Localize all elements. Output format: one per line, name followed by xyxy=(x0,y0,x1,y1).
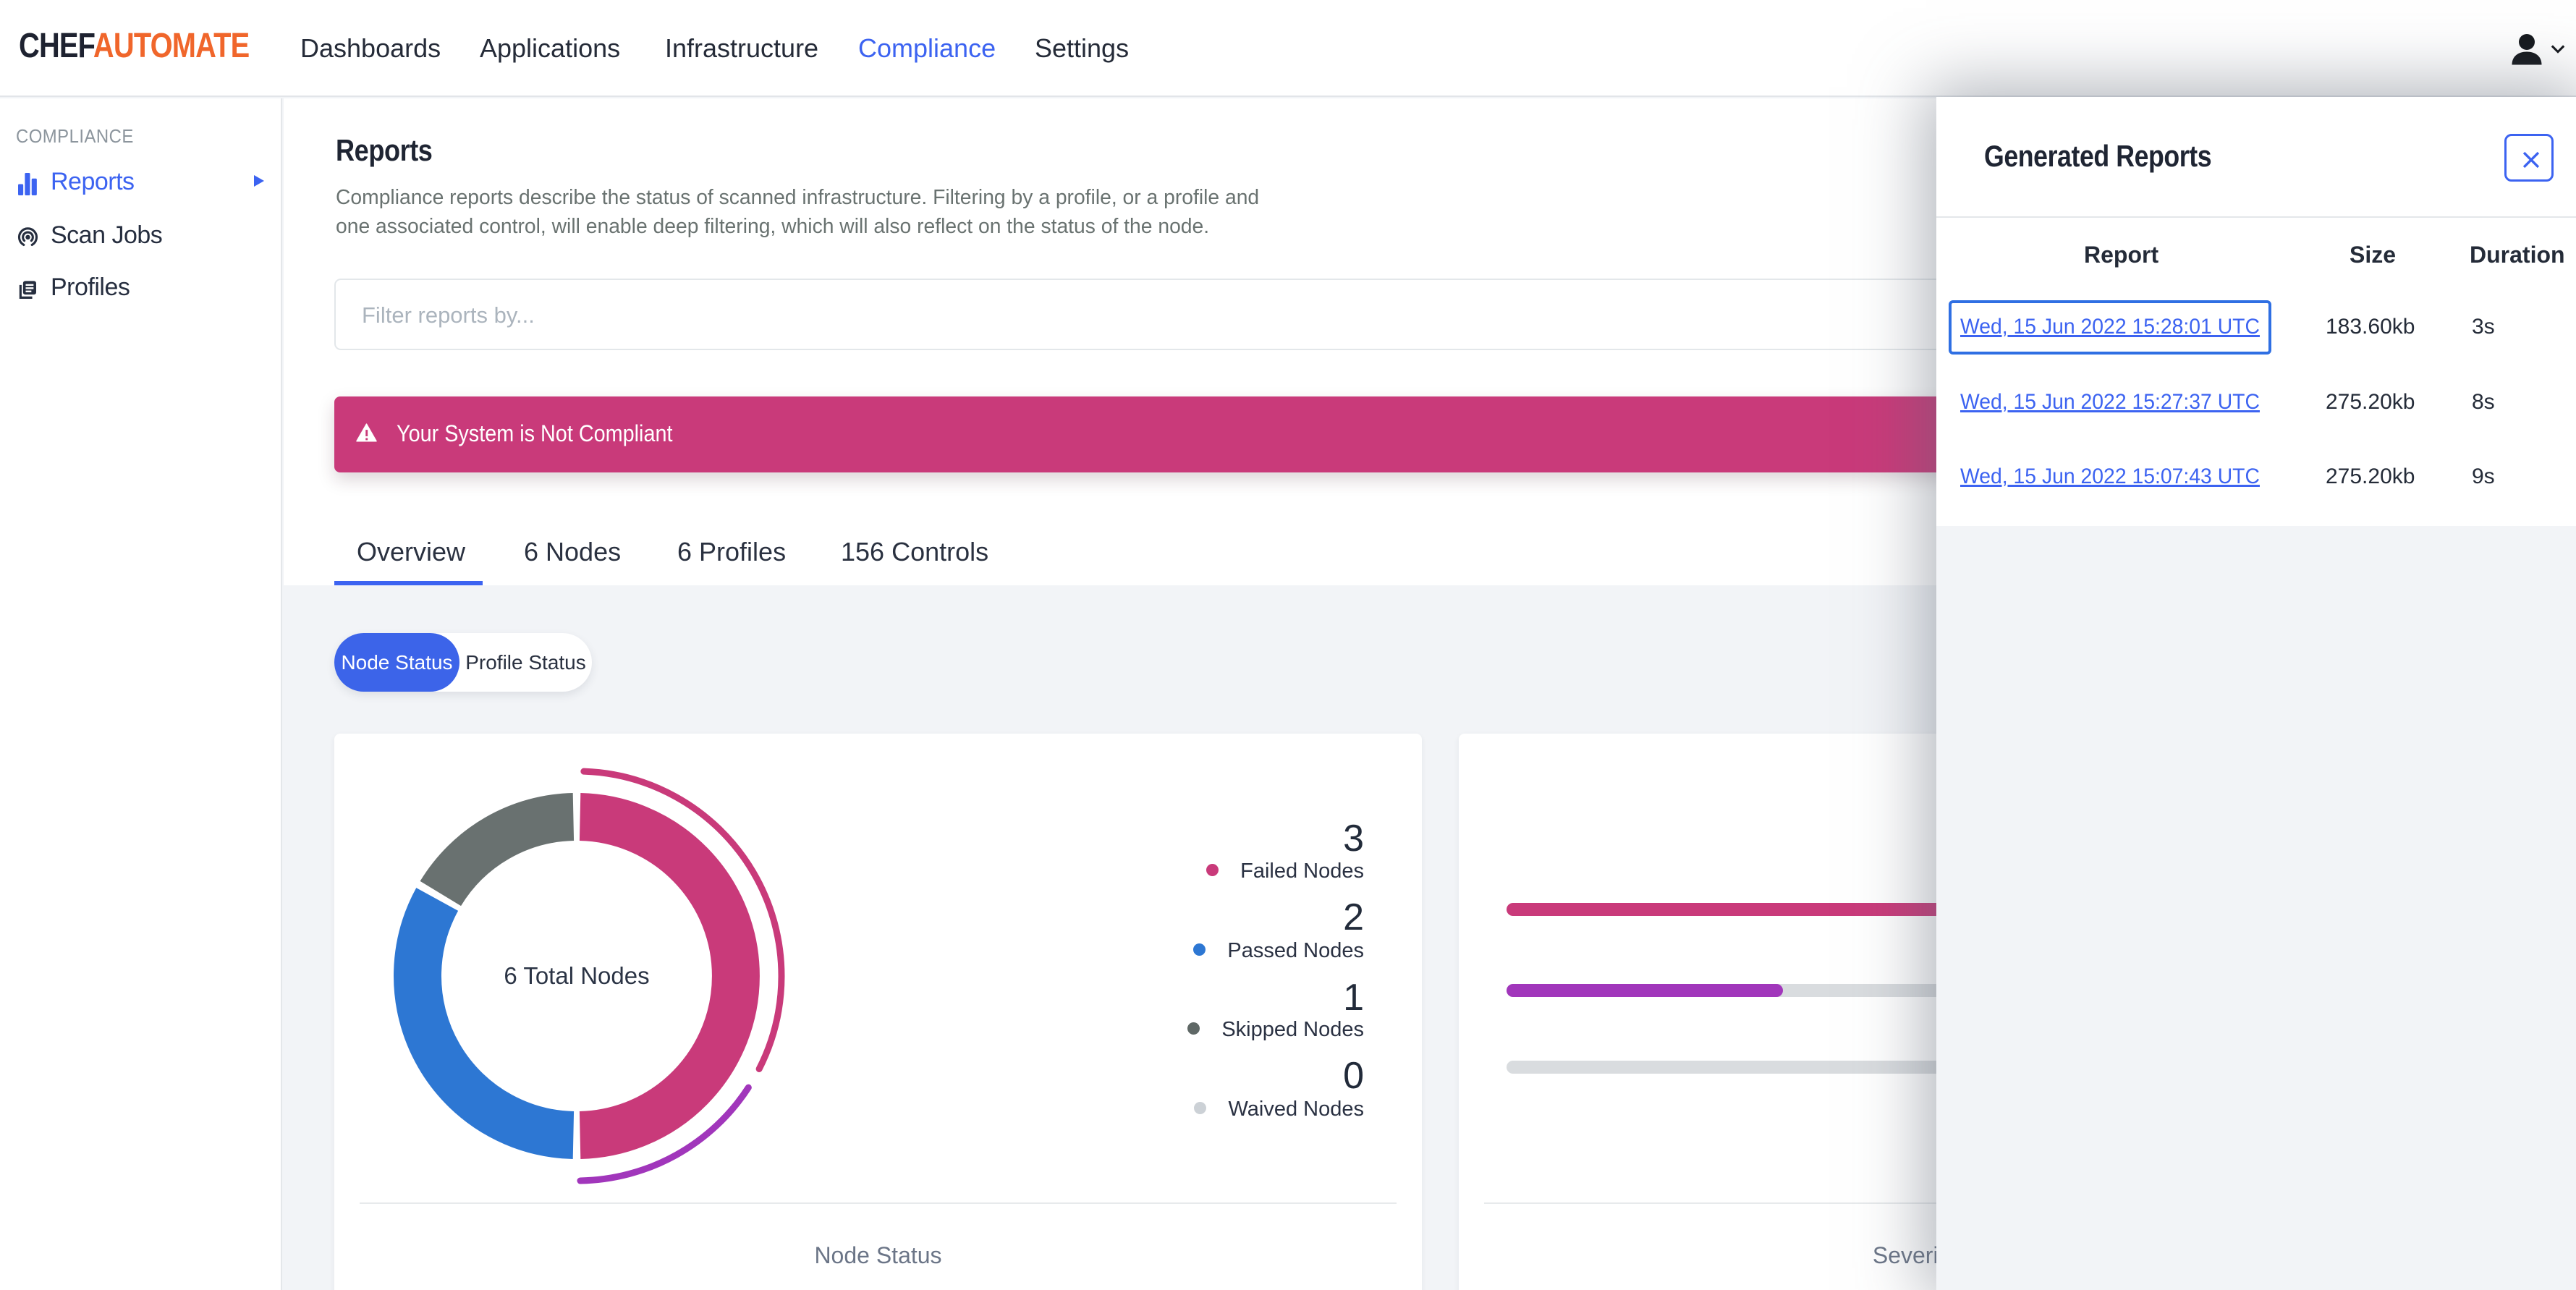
svg-text:6 Total Nodes: 6 Total Nodes xyxy=(504,962,649,989)
